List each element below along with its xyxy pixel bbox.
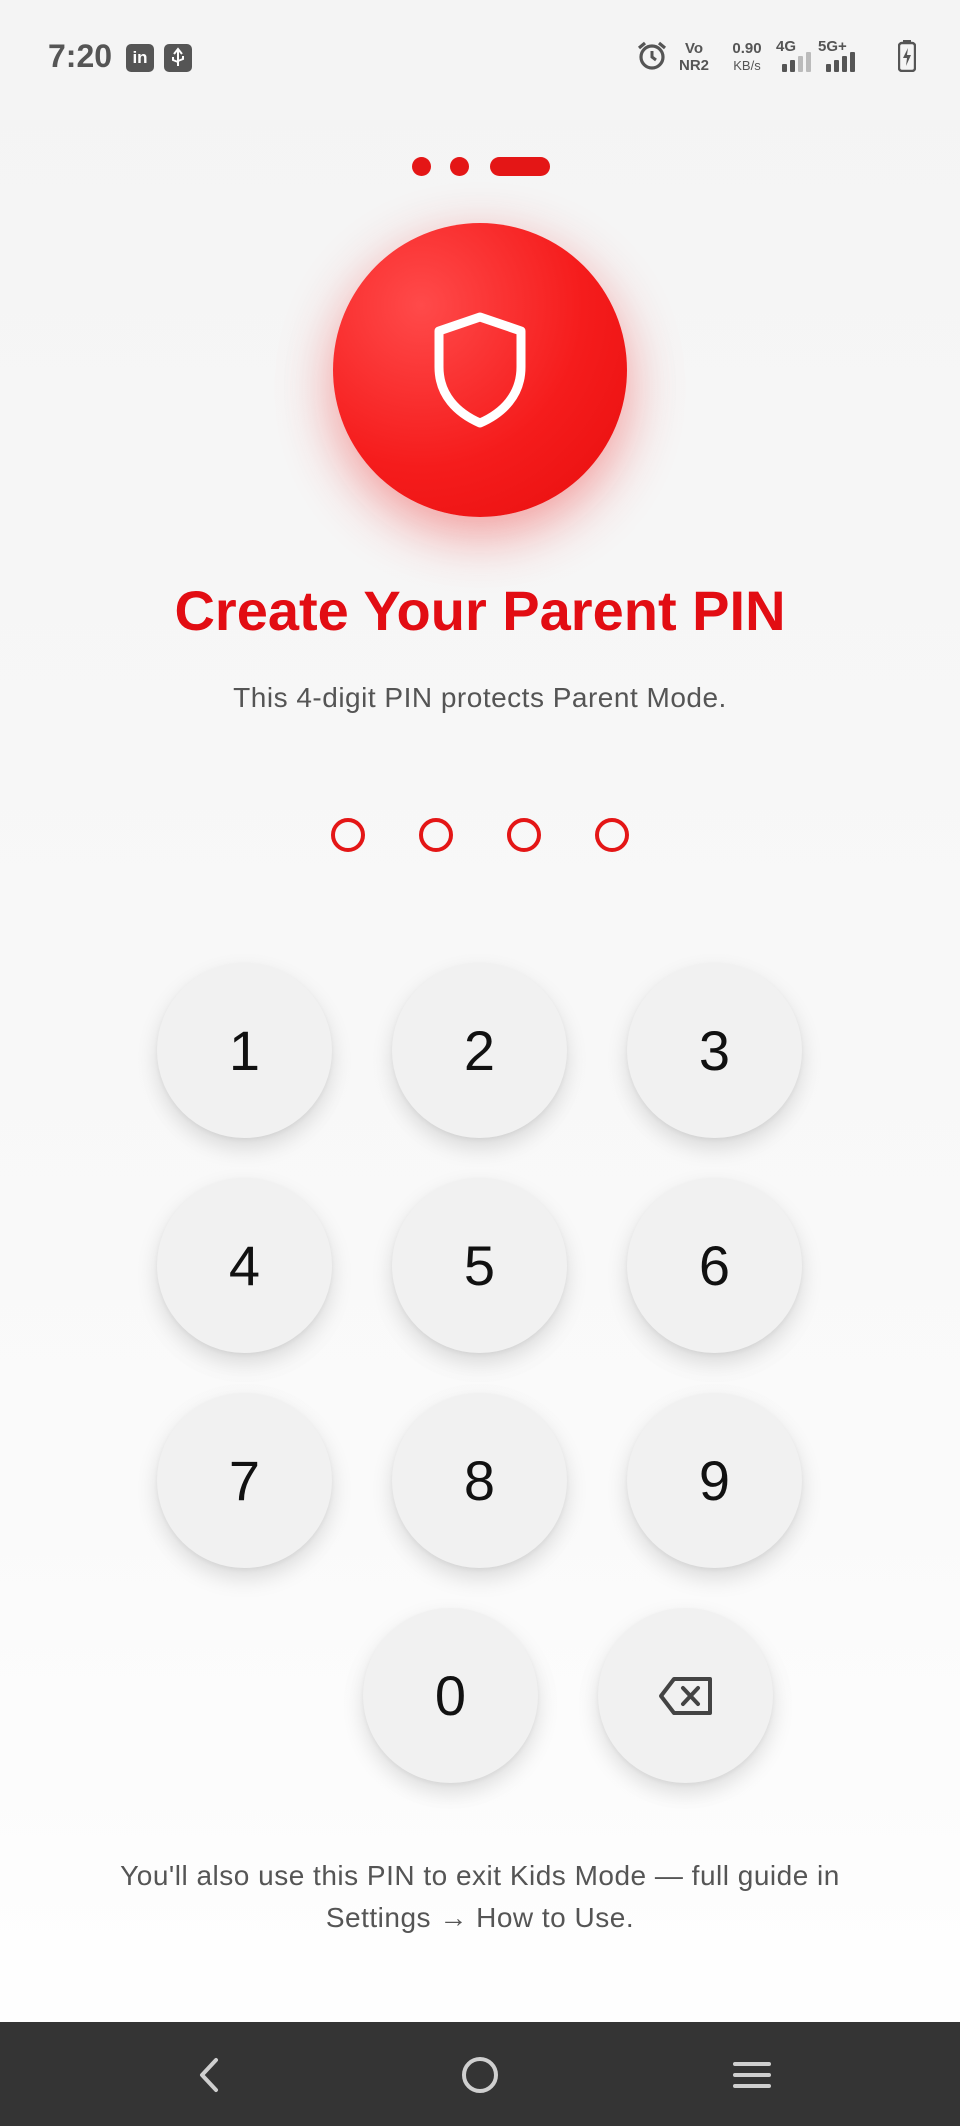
alarm-icon: [637, 41, 667, 70]
backspace-button[interactable]: [598, 1608, 773, 1783]
pin-dot-4: [595, 818, 629, 852]
footer-note-line-2: Settings → How to Use.: [325, 1902, 635, 1933]
key-2[interactable]: 2: [392, 963, 567, 1138]
key-6[interactable]: 6: [627, 1178, 802, 1353]
linkedin-icon: in: [126, 44, 154, 72]
key-1[interactable]: 1: [157, 963, 332, 1138]
home-button[interactable]: [455, 2050, 505, 2100]
footer-note: You'll also use this PIN to exit Kids Mo…: [60, 1855, 900, 1939]
status-time: 7:20: [48, 38, 113, 74]
progress-step-1: [412, 157, 431, 176]
speed-value: 0.90: [732, 40, 762, 57]
speed-unit: KB/s: [733, 58, 761, 73]
backspace-icon: [658, 1676, 712, 1715]
key-4[interactable]: 4: [157, 1178, 332, 1353]
signal-4g-icon: [782, 50, 811, 72]
shield-badge: [333, 223, 627, 517]
page-title: Create Your Parent PIN: [174, 579, 786, 642]
back-button[interactable]: [184, 2050, 234, 2100]
page-subtitle: This 4-digit PIN protects Parent Mode.: [233, 682, 727, 713]
recents-menu-icon: [733, 2062, 771, 2088]
status-bar: 7:20 in Vo NR2 0.90 KB/s 4G 5G+: [0, 0, 960, 112]
key-5[interactable]: 5: [392, 1178, 567, 1353]
home-icon: [462, 2057, 498, 2093]
key-8[interactable]: 8: [392, 1393, 567, 1568]
progress-step-3-active: [490, 157, 550, 176]
pin-dot-2: [419, 818, 453, 852]
key-9[interactable]: 9: [627, 1393, 802, 1568]
usb-icon: [164, 44, 192, 72]
pin-setup-screen: 7:20 in Vo NR2 0.90 KB/s 4G 5G+ Create Y…: [0, 0, 960, 2126]
progress-step-2: [450, 157, 469, 176]
system-navigation-bar: [0, 2022, 960, 2126]
pin-dot-3: [507, 818, 541, 852]
pin-dot-1: [331, 818, 365, 852]
shield-icon: [434, 312, 526, 428]
signal-5g-icon: [826, 50, 855, 72]
key-3[interactable]: 3: [627, 963, 802, 1138]
nr-label: NR2: [678, 57, 709, 74]
key-0[interactable]: 0: [363, 1608, 538, 1783]
volte-label: Vo: [684, 40, 704, 57]
key-7[interactable]: 7: [157, 1393, 332, 1568]
battery-charging-icon: [898, 40, 916, 72]
back-icon: [200, 2058, 218, 2092]
recents-button[interactable]: [727, 2050, 777, 2100]
footer-note-line-1: You'll also use this PIN to exit Kids Mo…: [120, 1860, 840, 1891]
